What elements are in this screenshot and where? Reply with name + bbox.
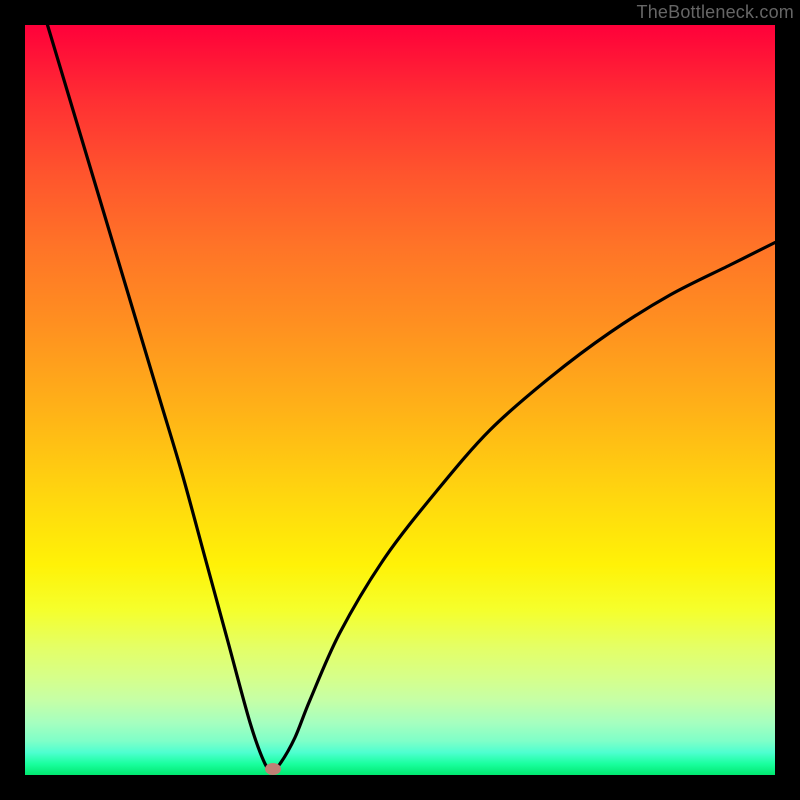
line-chart-svg xyxy=(25,25,775,775)
optimum-marker-icon xyxy=(265,763,281,775)
bottleneck-curve-line xyxy=(48,25,776,769)
chart-frame xyxy=(25,25,775,775)
watermark-text: TheBottleneck.com xyxy=(637,2,794,23)
